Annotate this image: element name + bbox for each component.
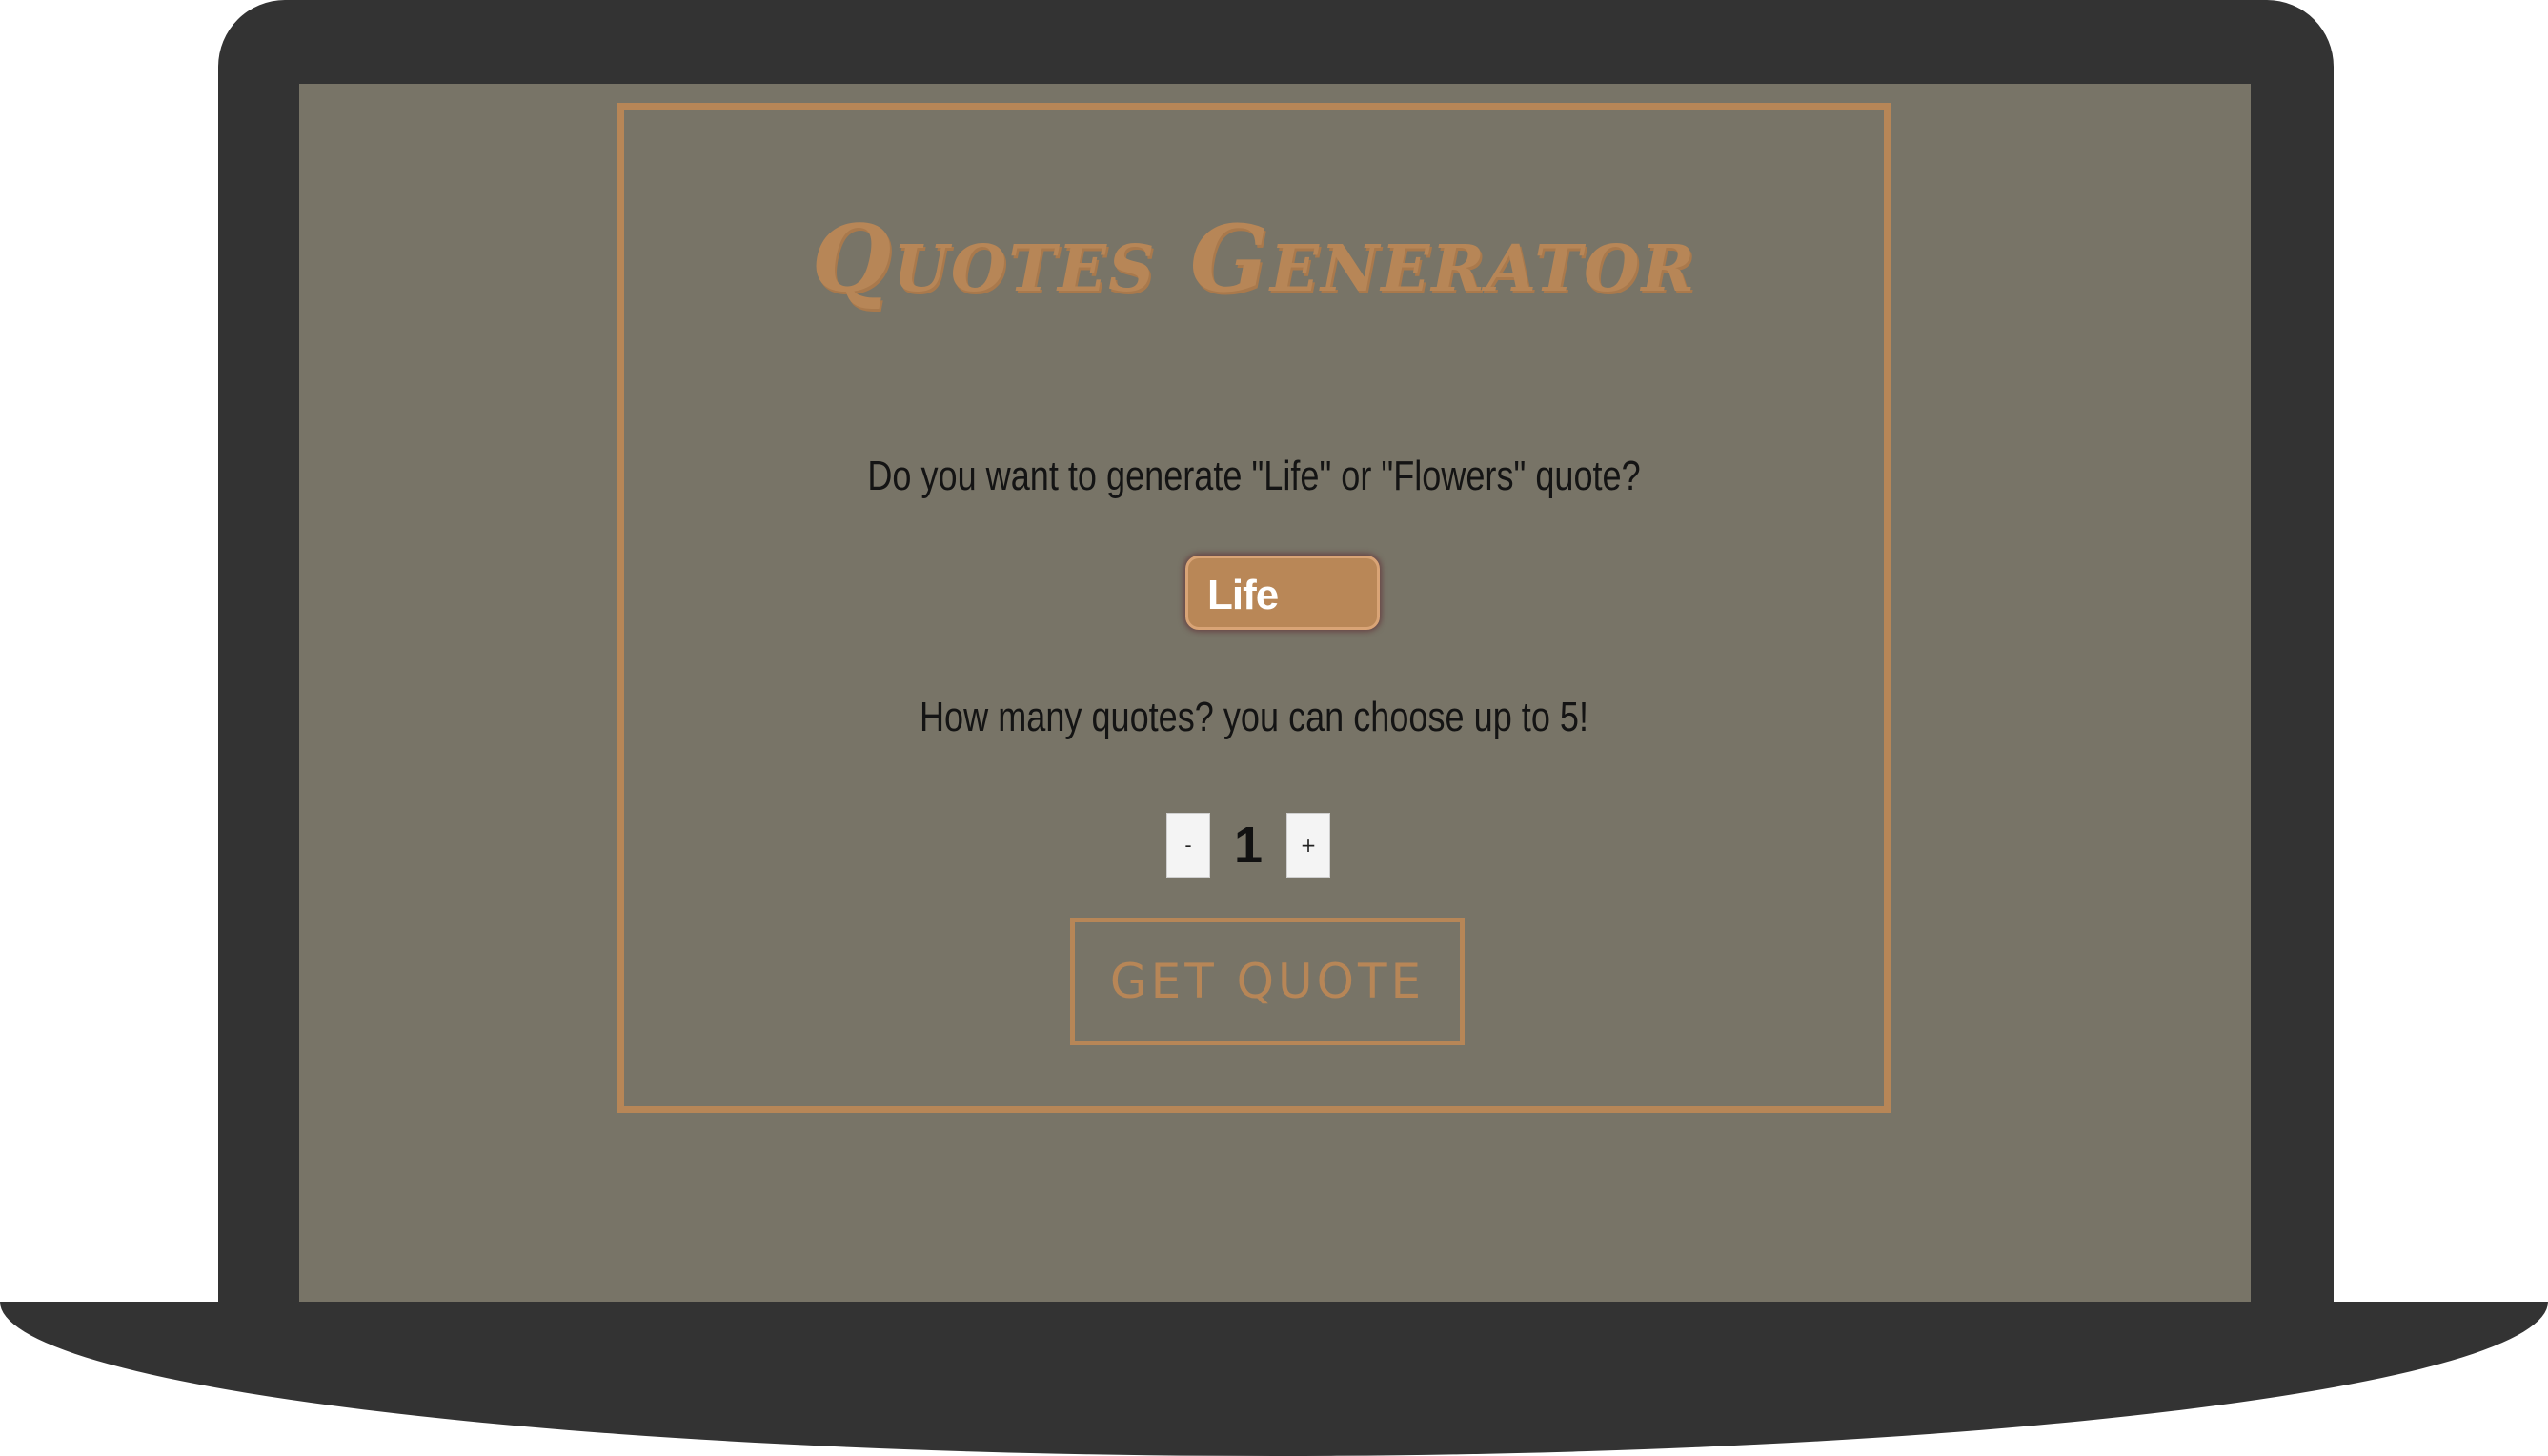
quote-count-value: 1 xyxy=(1233,817,1264,874)
page-title: Quotes Generator xyxy=(811,205,1697,313)
quote-type-select[interactable]: Life xyxy=(1185,556,1380,630)
quote-type-selected-value: Life xyxy=(1207,572,1279,618)
decrement-button[interactable]: - xyxy=(1166,813,1210,878)
laptop-base xyxy=(0,1302,2548,1456)
quote-type-question: Do you want to generate "Life" or "Flowe… xyxy=(867,453,1641,499)
quote-count-question: How many quotes? you can choose up to 5! xyxy=(920,694,1588,740)
laptop-screen: Quotes Generator Do you want to generate… xyxy=(299,84,2251,1302)
get-quote-button[interactable]: Get Quote xyxy=(1070,918,1465,1045)
increment-button[interactable]: + xyxy=(1286,813,1330,878)
quotes-app-card: Quotes Generator Do you want to generate… xyxy=(617,103,1891,1113)
